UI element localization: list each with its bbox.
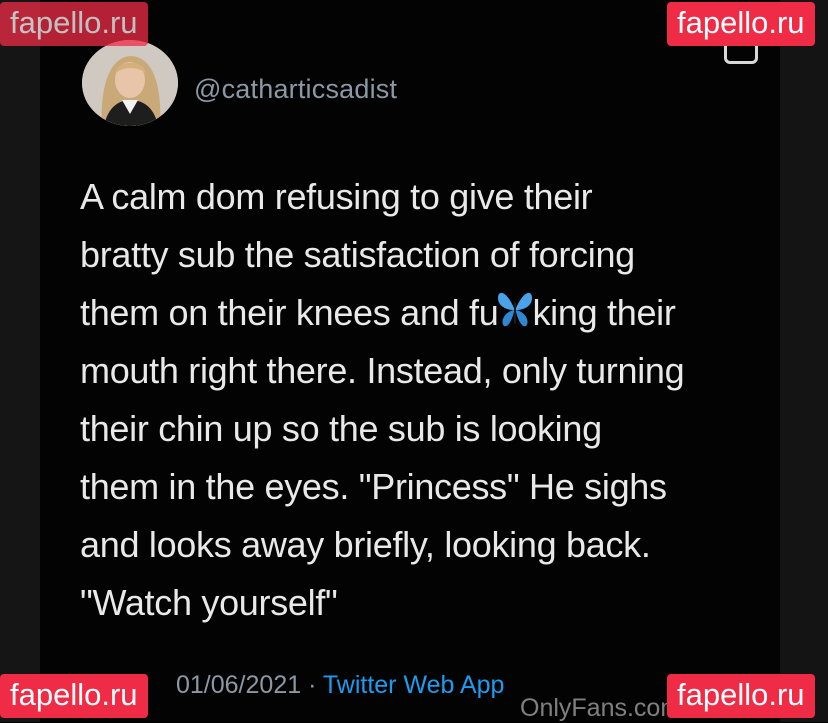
tweet-line-part: them on their knees and: [80, 292, 470, 333]
tweet-meta: 01/06/2021 · Twitter Web App: [176, 671, 504, 700]
butterfly-emoji-icon: [498, 293, 533, 327]
tweet-line: them on their knees and fu king their: [80, 284, 760, 342]
tweet-line: mouth right there. Instead, only turning: [80, 350, 685, 391]
watermark-bottom-right: fapello.ru: [667, 674, 815, 718]
tweet-line: bratty sub the satisfaction of forcing: [80, 234, 635, 275]
tweet-line: them in the eyes. "Princess" He sighs: [80, 466, 667, 507]
tweet-line: "Watch yourself": [80, 582, 338, 623]
tweet-line-part: fu: [469, 292, 499, 333]
right-border: [780, 0, 828, 722]
avatar-photo-icon: [82, 40, 178, 126]
watermark-top-right: fapello.ru: [667, 2, 815, 46]
left-border: [0, 0, 40, 722]
onlyfans-watermark: OnlyFans.com/: [520, 694, 689, 722]
tweet-text: A calm dom refusing to give their bratty…: [80, 168, 760, 632]
watermark-top-left: fapello.ru: [0, 2, 148, 46]
tweet-source-link[interactable]: Twitter Web App: [323, 671, 505, 699]
tweet-line: A calm dom refusing to give their: [80, 176, 593, 217]
tweet-line-part: king their: [532, 292, 676, 333]
profile-avatar[interactable]: [82, 40, 178, 126]
tweet-line: their chin up so the sub is looking: [80, 408, 602, 449]
watermark-bottom-left: fapello.ru: [0, 674, 148, 718]
tweet-date[interactable]: 01/06/2021 ·: [176, 671, 323, 699]
tweet-line: and looks away briefly, looking back.: [80, 524, 651, 565]
user-handle[interactable]: @catharticsadist: [194, 74, 397, 105]
